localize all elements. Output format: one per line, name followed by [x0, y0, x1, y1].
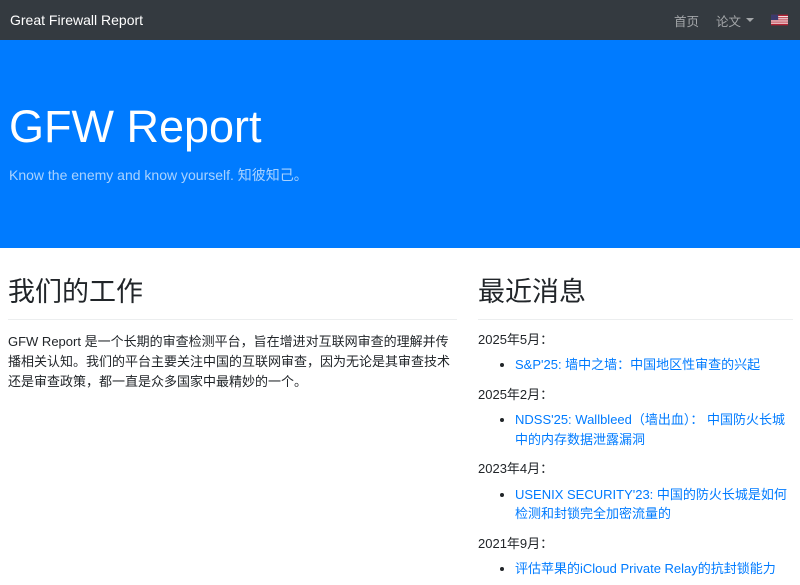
- news-item: 评估苹果的iCloud Private Relay的抗封锁能力: [515, 559, 793, 579]
- hero: GFW Report Know the enemy and know yours…: [0, 40, 800, 248]
- caret-down-icon: [746, 18, 754, 22]
- news-item: USENIX SECURITY'23: 中国的防火长城是如何检测和封锁完全加密流…: [515, 485, 793, 524]
- news-item: S&P'25: 墙中之墙：中国地区性审查的兴起: [515, 355, 793, 375]
- hero-title: GFW Report: [9, 102, 790, 152]
- navbar: Great Firewall Report 首页 论文: [0, 0, 800, 40]
- nav-link-papers[interactable]: 论文: [716, 11, 754, 30]
- news-date: 2025年5月：: [478, 330, 793, 350]
- news-link-ndss25[interactable]: NDSS'25: Wallbleed（墙出血）： 中国防火长城中的内存数据泄露漏…: [515, 412, 785, 447]
- news-item: NDSS'25: Wallbleed（墙出血）： 中国防火长城中的内存数据泄露漏…: [515, 410, 793, 449]
- nav-link-home[interactable]: 首页: [674, 11, 699, 30]
- news-date: 2025年2月：: [478, 385, 793, 405]
- main-content: 我们的工作 GFW Report 是一个长期的审查检测平台，旨在增进对互联网审查…: [0, 248, 800, 583]
- language-toggle[interactable]: [771, 14, 788, 26]
- news-link-sp25[interactable]: S&P'25: 墙中之墙：中国地区性审查的兴起: [515, 357, 760, 372]
- news-link-usenix23[interactable]: USENIX SECURITY'23: 中国的防火长城是如何检测和封锁完全加密流…: [515, 487, 787, 522]
- news-list: 评估苹果的iCloud Private Relay的抗封锁能力: [478, 559, 793, 579]
- navbar-links: 首页 论文: [657, 11, 788, 30]
- news-list: USENIX SECURITY'23: 中国的防火长城是如何检测和封锁完全加密流…: [478, 485, 793, 524]
- nav-link-papers-label: 论文: [716, 11, 741, 30]
- news-link-icloud-relay[interactable]: 评估苹果的iCloud Private Relay的抗封锁能力: [515, 561, 776, 576]
- news-list: NDSS'25: Wallbleed（墙出血）： 中国防火长城中的内存数据泄露漏…: [478, 410, 793, 449]
- news-date: 2021年9月：: [478, 534, 793, 554]
- our-work-section: 我们的工作 GFW Report 是一个长期的审查检测平台，旨在增进对互联网审查…: [8, 276, 457, 583]
- hero-subtitle: Know the enemy and know yourself. 知彼知己。: [9, 165, 790, 185]
- our-work-heading: 我们的工作: [8, 276, 457, 310]
- news-date: 2023年4月：: [478, 459, 793, 479]
- divider: [478, 319, 793, 320]
- us-flag-icon: [771, 14, 788, 26]
- divider: [8, 319, 457, 320]
- news-heading: 最近消息: [478, 276, 793, 310]
- our-work-paragraph: GFW Report 是一个长期的审查检测平台，旨在增进对互联网审查的理解并传播…: [8, 332, 457, 392]
- navbar-brand[interactable]: Great Firewall Report: [10, 12, 143, 28]
- news-list: S&P'25: 墙中之墙：中国地区性审查的兴起: [478, 355, 793, 375]
- news-section: 最近消息 2025年5月： S&P'25: 墙中之墙：中国地区性审查的兴起 20…: [478, 276, 793, 583]
